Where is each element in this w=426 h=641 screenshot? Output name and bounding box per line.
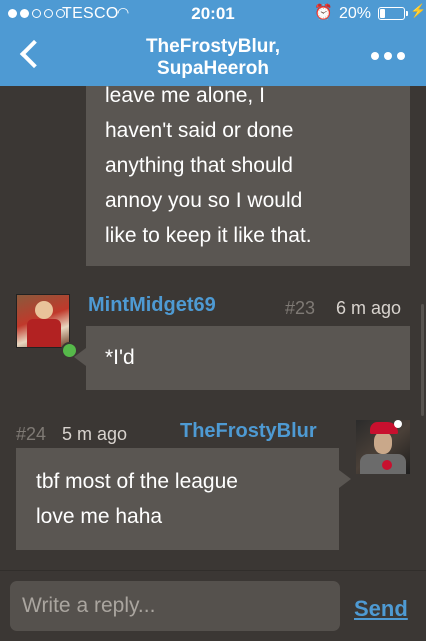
alarm-icon: ⏰ — [314, 4, 333, 21]
avatar-art — [382, 460, 392, 470]
username-mintmidget69[interactable]: MintMidget69 — [88, 294, 216, 317]
avatar-art — [27, 319, 61, 347]
header-bar: TESCO ◠ 20:01 ⏰ 20% ⚡ TheFrostyBlur, Sup… — [0, 0, 426, 86]
message-text: *I'd — [105, 346, 135, 369]
bubble-tail — [339, 470, 351, 488]
message-line: love me haha — [36, 505, 163, 528]
send-button[interactable]: Send — [354, 596, 408, 622]
username-thefrostyblur[interactable]: TheFrostyBlur — [180, 420, 317, 443]
message-line: annoy you so I would — [105, 189, 303, 212]
reply-input[interactable] — [10, 581, 340, 631]
avatar-thefrostyblur[interactable] — [356, 420, 410, 474]
message-line: leave me alone, I — [105, 86, 265, 107]
conversation-title: TheFrostyBlur, SupaHeeroh — [90, 36, 336, 80]
message-bubble: leave me alone, I haven't said or done a… — [86, 86, 410, 266]
charging-icon: ⚡ — [410, 3, 426, 18]
message-text: leave me alone, I haven't said or done a… — [105, 86, 395, 253]
post-number: #23 — [285, 298, 316, 318]
battery-percentage: 20% — [339, 5, 372, 22]
message-line: tbf most of the league — [36, 470, 238, 493]
dot — [384, 52, 392, 60]
avatar-art — [35, 301, 53, 319]
post-time: 5 m ago — [62, 424, 128, 444]
more-dots-icon[interactable] — [371, 52, 405, 60]
avatar-art — [394, 420, 402, 428]
back-chevron-icon[interactable] — [19, 39, 49, 69]
title-line-2: SupaHeeroh — [157, 58, 269, 79]
avatar-mintmidget69[interactable] — [16, 294, 70, 348]
battery-fill — [380, 9, 385, 18]
message-line: anything that should — [105, 154, 293, 177]
message-line: haven't said or done — [105, 119, 294, 142]
message-bubble: tbf most of the league love me haha — [16, 448, 351, 550]
dot — [397, 52, 405, 60]
reply-bar: Send — [0, 570, 426, 641]
bubble-tail — [74, 348, 86, 366]
battery-icon — [378, 7, 408, 20]
scrollbar[interactable] — [421, 304, 424, 416]
status-bar: TESCO ◠ 20:01 ⏰ 20% ⚡ — [0, 0, 426, 28]
message-list[interactable]: leave me alone, I haven't said or done a… — [0, 86, 426, 570]
title-line-1: TheFrostyBlur, — [145, 36, 281, 57]
post-time: 6 m ago — [336, 298, 402, 318]
message-text: tbf most of the league love me haha — [36, 464, 238, 534]
dot — [371, 52, 379, 60]
avatar-art — [374, 432, 392, 454]
message-line: like to keep it like that. — [105, 224, 312, 247]
message-bubble: *I'd — [74, 326, 410, 390]
post-number: #24 — [16, 424, 47, 444]
battery-nub — [406, 11, 408, 16]
